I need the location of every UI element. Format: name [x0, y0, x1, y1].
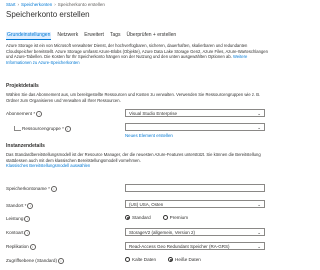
tree-connector: [14, 126, 21, 131]
chevron-down-icon: ⌄: [257, 202, 261, 207]
account-kind-label-text: Kontoart: [6, 230, 24, 236]
chevron-down-icon: ⌄: [257, 111, 261, 116]
access-tier-cool-label: Kalte Daten: [132, 257, 157, 262]
resource-group-label: Ressourcengruppe * i: [22, 126, 71, 132]
info-icon[interactable]: i: [64, 126, 71, 132]
subscription-label-text: Abonnement *: [6, 111, 36, 117]
location-value: (US) USA, Osten: [129, 202, 164, 207]
classic-deployment-link[interactable]: Klassisches Bereitstellungsmodell auswäh…: [6, 163, 90, 168]
location-label: Standort * i: [6, 203, 34, 209]
radio-selected-icon: [125, 215, 130, 220]
chevron-down-icon: ⌄: [257, 125, 261, 130]
tab-basics[interactable]: Grundeinstellungen: [6, 32, 52, 40]
breadcrumb: Start › Speicherkonten › Speicherkonto erste…: [6, 2, 105, 7]
info-icon[interactable]: i: [24, 216, 31, 222]
project-details-text: Wählen Sie das Abonnement aus, um bereit…: [6, 92, 261, 103]
create-new-resource-group-link[interactable]: Neues Element erstellen: [125, 133, 173, 138]
info-icon[interactable]: i: [58, 258, 64, 264]
resource-group-dropdown[interactable]: ⌄: [125, 123, 265, 131]
tab-review-create[interactable]: Überprüfen + erstellen: [127, 32, 177, 40]
access-tier-radio-group: Kalte Daten Heiße Daten: [125, 257, 201, 262]
info-icon[interactable]: i: [50, 186, 57, 192]
chevron-down-icon: ⌄: [257, 244, 261, 249]
access-tier-hot-label: Heiße Daten: [175, 257, 201, 262]
performance-premium-label: Premium: [169, 215, 189, 220]
performance-label-text: Leistung: [6, 216, 24, 222]
performance-premium-radio[interactable]: Premium: [162, 215, 189, 220]
info-icon[interactable]: i: [29, 244, 36, 250]
tab-bar: Grundeinstellungen Netzwerk Erweitert Ta…: [6, 32, 176, 40]
access-tier-label: Zugriffsebene (Standard) i: [6, 258, 64, 264]
replication-label-text: Replikation: [6, 244, 29, 250]
location-dropdown[interactable]: (US) USA, Osten ⌄: [125, 200, 265, 208]
account-kind-label: Kontoart i: [6, 230, 31, 236]
breadcrumb-separator: ›: [54, 2, 56, 7]
location-label-text: Standort *: [6, 203, 27, 209]
account-name-label: Speicherkontoname * i: [6, 186, 57, 192]
performance-standard-label: Standard: [132, 215, 151, 220]
subscription-dropdown[interactable]: Visual Studio Enterprise ⌄: [125, 109, 265, 117]
project-details-heading: Projektdetails: [6, 83, 39, 89]
tab-advanced[interactable]: Erweitert: [84, 32, 104, 40]
replication-value: Read-Access Geo Redundant Speicher (RA-G…: [129, 244, 230, 249]
replication-label: Replikation i: [6, 244, 36, 250]
intro-body: Azure Storage ist ein von Microsoft verw…: [6, 43, 268, 60]
account-name-label-text: Speicherkontoname *: [6, 186, 50, 192]
instance-details-heading: Instanzendetails: [6, 143, 45, 149]
page-title: Speicherkonto erstellen: [6, 10, 90, 19]
tab-network[interactable]: Netzwerk: [57, 32, 78, 40]
access-tier-hot-radio[interactable]: Heiße Daten: [168, 257, 201, 262]
resource-group-label-text: Ressourcengruppe *: [22, 126, 64, 132]
breadcrumb-separator: ›: [17, 2, 20, 7]
performance-label: Leistung i: [6, 216, 31, 222]
replication-dropdown[interactable]: Read-Access Geo Redundant Speicher (RA-G…: [125, 242, 265, 250]
account-kind-dropdown[interactable]: StorageV2 (allgemein, Version 2) ⌄: [125, 228, 265, 236]
info-icon[interactable]: i: [27, 203, 34, 209]
breadcrumb-storage-accounts[interactable]: Speicherkonten: [21, 2, 52, 7]
intro-text: Azure Storage ist ein von Microsoft verw…: [6, 43, 274, 65]
radio-selected-icon: [168, 257, 174, 262]
performance-standard-radio[interactable]: Standard: [125, 215, 151, 220]
instance-details-body: Das Standardbereitstellungsmodell ist de…: [6, 152, 261, 163]
access-tier-label-text: Zugriffsebene (Standard): [6, 258, 57, 264]
account-name-input[interactable]: [125, 184, 265, 192]
radio-unselected-icon: [125, 257, 130, 262]
subscription-value: Visual Studio Enterprise: [129, 111, 177, 116]
chevron-down-icon: ⌄: [257, 230, 261, 235]
subscription-label: Abonnement * i: [6, 111, 43, 117]
instance-details-text: Das Standardbereitstellungsmodell ist de…: [6, 152, 274, 169]
tab-tags[interactable]: Tags: [110, 32, 121, 40]
info-icon[interactable]: i: [36, 111, 43, 117]
breadcrumb-current: Speicherkonto erstellen: [57, 2, 105, 7]
access-tier-cool-radio[interactable]: Kalte Daten: [125, 257, 156, 262]
account-kind-value: StorageV2 (allgemein, Version 2): [129, 230, 196, 235]
breadcrumb-home[interactable]: Start: [6, 2, 16, 7]
info-icon[interactable]: i: [24, 230, 31, 236]
radio-unselected-icon: [162, 215, 168, 220]
performance-radio-group: Standard Premium: [125, 215, 188, 220]
